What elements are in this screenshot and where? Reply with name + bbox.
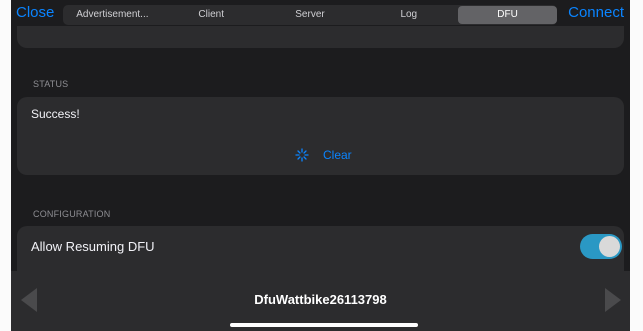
previous-section-card xyxy=(17,26,624,48)
clear-label: Clear xyxy=(323,148,352,162)
chevron-right-icon[interactable] xyxy=(605,288,621,312)
configuration-card: Allow Resuming DFU xyxy=(17,226,624,271)
connect-button[interactable]: Connect xyxy=(568,4,624,22)
close-button[interactable]: Close xyxy=(16,4,54,22)
status-section-header: STATUS xyxy=(33,79,69,89)
tab-client[interactable]: Client xyxy=(162,5,261,25)
tab-log[interactable]: Log xyxy=(359,5,458,25)
tab-segmented-control: Advertisement... Client Server Log DFU xyxy=(63,5,557,25)
sparkle-clear-icon xyxy=(295,148,309,162)
status-text: Success! xyxy=(31,107,80,121)
bottom-toolbar: DfuWattbike26113798 xyxy=(11,271,630,331)
app-window: Close Advertisement... Client Server Log… xyxy=(11,0,630,331)
device-name: DfuWattbike26113798 xyxy=(254,292,387,307)
navigation-bar: Close Advertisement... Client Server Log… xyxy=(11,0,630,26)
allow-resuming-dfu-label: Allow Resuming DFU xyxy=(31,239,155,254)
clear-button[interactable]: Clear xyxy=(295,146,352,164)
toggle-knob xyxy=(599,236,620,257)
configuration-section-header: CONFIGURATION xyxy=(33,209,111,219)
tab-dfu[interactable]: DFU xyxy=(458,6,557,24)
tab-server[interactable]: Server xyxy=(261,5,360,25)
tab-advertisement[interactable]: Advertisement... xyxy=(63,5,162,25)
status-card: Success! Clear xyxy=(17,97,624,175)
allow-resuming-dfu-toggle[interactable] xyxy=(580,234,622,259)
home-indicator xyxy=(230,323,418,327)
